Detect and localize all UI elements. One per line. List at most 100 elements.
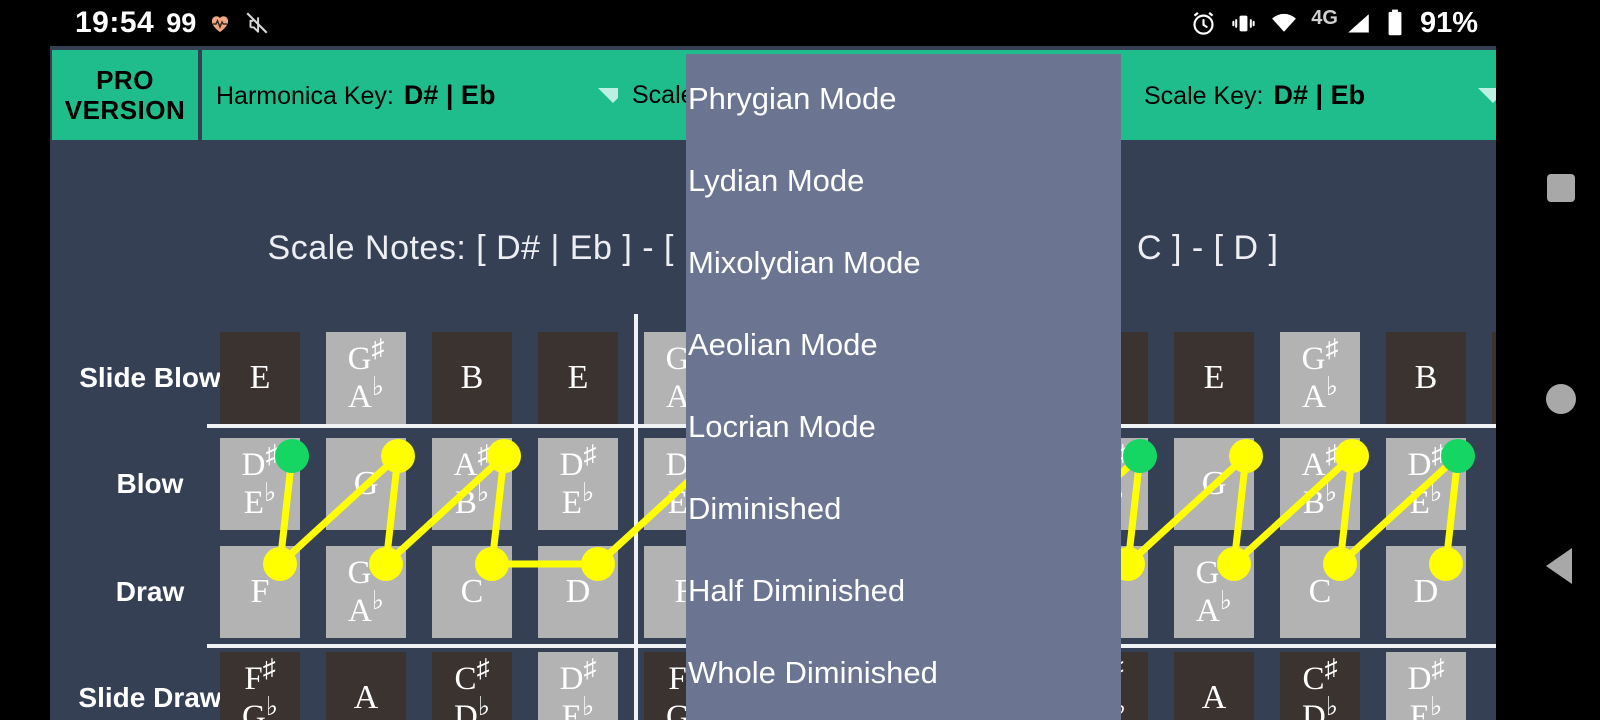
pro-version-button[interactable]: PRO VERSION bbox=[52, 50, 198, 140]
grid-cell[interactable]: E bbox=[220, 332, 300, 424]
grid-cell[interactable]: C bbox=[432, 546, 512, 638]
grid-cell[interactable]: D bbox=[538, 546, 618, 638]
grid-cell[interactable]: D♯E♭ bbox=[1386, 652, 1466, 720]
dropdown-item-label: Half Diminished bbox=[688, 573, 906, 608]
note-secondary: A♭ bbox=[347, 372, 385, 416]
dropdown-item[interactable]: Phrygian Mode bbox=[686, 58, 1121, 140]
grid-cell[interactable]: B bbox=[1386, 332, 1466, 424]
pro-version-line1: PRO bbox=[96, 65, 154, 95]
pro-version-line2: VERSION bbox=[64, 95, 186, 125]
grid-cell[interactable]: F bbox=[220, 546, 300, 638]
note-primary: A bbox=[1201, 679, 1227, 716]
grid-cell[interactable]: E bbox=[1174, 332, 1254, 424]
note-primary: B bbox=[1414, 359, 1438, 396]
scale-dropdown-menu[interactable]: Phrygian Mode Lydian Mode Mixolydian Mode A… bbox=[686, 54, 1121, 720]
screen: 19:54 99 4G 91% PRO VERSION Harmonica Ke… bbox=[0, 0, 1600, 720]
grid-cell[interactable]: G bbox=[326, 438, 406, 530]
grid-cell[interactable]: G♯A♭ bbox=[1280, 332, 1360, 424]
note-primary: C bbox=[1308, 573, 1332, 610]
grid-cell[interactable]: F♯G♭ bbox=[220, 652, 300, 720]
status-bar-right: 4G 91% bbox=[1190, 6, 1478, 40]
alarm-icon bbox=[1190, 10, 1217, 37]
dropdown-item-label: Whole Diminished bbox=[688, 655, 938, 690]
dropdown-item[interactable]: Half Diminished bbox=[686, 550, 1121, 632]
notification-count: 99 bbox=[166, 7, 197, 38]
note-secondary: A♭ bbox=[347, 586, 385, 630]
note-secondary: E♭ bbox=[1409, 692, 1443, 720]
dropdown-item-label: Lydian Mode bbox=[688, 163, 865, 198]
grid-cell[interactable]: B bbox=[432, 332, 512, 424]
note-primary: E bbox=[1203, 359, 1225, 396]
battery-icon bbox=[1385, 9, 1405, 37]
grid-cell[interactable]: D♯E♭ bbox=[538, 652, 618, 720]
note-secondary: A♭ bbox=[1195, 586, 1233, 630]
note-secondary: A♭ bbox=[1301, 372, 1339, 416]
scale-key-text: Scale Key: D# | Eb bbox=[1144, 80, 1365, 111]
dropdown-item[interactable]: Mixolydian Mode bbox=[686, 222, 1121, 304]
harmonica-key-label: Harmonica Key: bbox=[216, 81, 394, 110]
scale-key-dropdown[interactable]: Scale Key: D# | Eb bbox=[1130, 50, 1496, 140]
scale-key-value: D# | Eb bbox=[1273, 79, 1366, 110]
wifi-icon bbox=[1270, 9, 1298, 37]
grid-cell[interactable]: G♯A♭ bbox=[326, 332, 406, 424]
note-primary: B bbox=[460, 359, 484, 396]
dropdown-item-label: Phrygian Mode bbox=[688, 81, 897, 116]
grid-cell[interactable]: D♯E♭ bbox=[1386, 438, 1466, 530]
note-secondary: E♭ bbox=[561, 692, 595, 720]
grid-cell[interactable]: D♯E♭ bbox=[220, 438, 300, 530]
harmonica-key-dropdown[interactable]: Harmonica Key: D# | Eb bbox=[202, 50, 642, 140]
note-secondary: D♭ bbox=[1301, 692, 1339, 720]
octave-divider bbox=[634, 314, 638, 720]
status-bar-left: 19:54 99 bbox=[75, 4, 270, 42]
note-secondary: B♭ bbox=[1302, 478, 1338, 522]
grid-cell[interactable]: C♯D♭ bbox=[1280, 652, 1360, 720]
grid-cell[interactable]: D bbox=[1386, 546, 1466, 638]
note-secondary: D♭ bbox=[453, 692, 491, 720]
signal-icon bbox=[1345, 10, 1372, 37]
grid-cell[interactable]: D♯E♭ bbox=[538, 438, 618, 530]
grid-cell[interactable]: E bbox=[538, 332, 618, 424]
grid-cell[interactable]: A♯B♭ bbox=[1280, 438, 1360, 530]
status-bar: 19:54 99 4G 91% bbox=[0, 0, 1600, 46]
network-type-label: 4G bbox=[1311, 7, 1338, 29]
dropdown-item[interactable]: Whole Diminished bbox=[686, 632, 1121, 714]
dropdown-item[interactable]: Aeolian Mode bbox=[686, 304, 1121, 386]
note-secondary: G♭ bbox=[241, 692, 279, 720]
dropdown-item-label: Locrian Mode bbox=[688, 409, 876, 444]
grid-cell[interactable]: A bbox=[1174, 652, 1254, 720]
system-navigation-bar bbox=[1522, 46, 1600, 720]
battery-percent: 91% bbox=[1419, 6, 1478, 39]
note-primary: G bbox=[1201, 465, 1227, 502]
note-secondary: E♭ bbox=[1409, 478, 1443, 522]
back-triangle-icon[interactable] bbox=[1546, 548, 1572, 584]
scale-notes-left: Scale Notes: [ D# | Eb ] - [ F ] bbox=[267, 229, 726, 267]
dropdown-item[interactable]: Locrian Mode bbox=[686, 386, 1121, 468]
vibrate-icon bbox=[1230, 10, 1257, 37]
note-primary: F bbox=[250, 573, 270, 610]
home-circle-icon[interactable] bbox=[1546, 384, 1576, 414]
grid-cell[interactable]: C♯D♭ bbox=[432, 652, 512, 720]
grid-cell[interactable]: G♯A♭ bbox=[326, 546, 406, 638]
grid-cell[interactable]: G bbox=[1174, 438, 1254, 530]
grid-cell[interactable]: G♯A♭ bbox=[1174, 546, 1254, 638]
harmonica-key-text: Harmonica Key: D# | Eb bbox=[216, 80, 495, 111]
chevron-down-icon bbox=[1478, 87, 1496, 103]
grid-cell[interactable]: E bbox=[1492, 332, 1496, 424]
note-secondary: B♭ bbox=[454, 478, 490, 522]
scale-notes-right: C ] - [ D ] bbox=[1136, 229, 1279, 267]
dropdown-item[interactable]: Diminished bbox=[686, 468, 1121, 550]
dropdown-item[interactable]: Lydian Mode bbox=[686, 140, 1121, 222]
dropdown-item-label: Mixolydian Mode bbox=[688, 245, 921, 280]
note-primary: A bbox=[353, 679, 379, 716]
note-primary: E bbox=[567, 359, 589, 396]
note-primary: C bbox=[460, 573, 484, 610]
note-primary: G bbox=[353, 465, 379, 502]
grid-cell[interactable]: C bbox=[1280, 546, 1360, 638]
grid-cell[interactable]: A♯B♭ bbox=[432, 438, 512, 530]
grid-cell[interactable]: A bbox=[326, 652, 406, 720]
note-secondary: E♭ bbox=[561, 478, 595, 522]
note-primary: D bbox=[565, 573, 591, 610]
recents-square-icon[interactable] bbox=[1547, 174, 1575, 202]
note-primary: E bbox=[249, 359, 271, 396]
note-primary: D bbox=[1413, 573, 1439, 610]
